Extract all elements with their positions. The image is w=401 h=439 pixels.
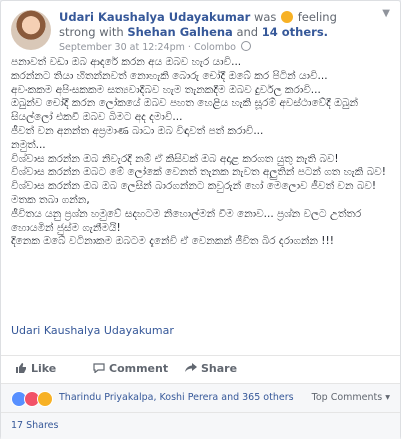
share-icon [185,363,197,372]
body-line: ජීවිතය යනු ප්‍රශ්න හමුවේ සදහටම නිහොල්මන්… [11,207,365,234]
comment-label: Comment [109,362,169,375]
feeling-emoji-icon [281,11,294,23]
body-line: මතක තබා ගන්න, [11,193,90,206]
body-line: පනාවත් වඩා ඔබ ආදරේ කරන අය ඔබව හැර යාවි..… [11,56,242,68]
body-line: අවංකකම අපිංසකකම සත්‍යවාදීබව හැම තැනකදීම … [11,83,321,96]
body-line: කරන්නට තියා හිතන්නවත් නොහැකි බොරු චෝදී ඔ… [11,69,328,82]
comment-icon [93,363,105,373]
haha-reaction-icon[interactable] [37,391,53,407]
reactions-bar: Tharindu Priyakalpa, Koshi Perera and 36… [1,383,400,412]
share-button[interactable]: Share [185,362,237,375]
top-comments-dropdown[interactable]: Top Comments ▾ [312,392,390,403]
tagged-person[interactable]: Shehan Galhena [127,25,232,39]
share-label: Share [201,362,238,375]
avatar[interactable] [11,10,51,50]
share-count[interactable]: 17 Shares [11,420,58,431]
post-header: Udari Kaushalya Udayakumar was feeling s… [11,8,390,53]
post-location[interactable]: Colombo [194,42,236,53]
body-line: විශ්වාස කරන්න ඔබ නිවැරදි නම් ඒ කිසිවක් ඔ… [11,152,339,165]
body-line: නමුත්... [11,138,46,151]
body-line: විශ්වාස කරන්න ඔබට මේ ලෝකේ වෙනත් තැනක නැව… [11,166,386,179]
author-name[interactable]: Udari Kaushalya Udayakumar [59,10,250,24]
post-body: පනාවත් වඩා ඔබ ආදරේ කරන අය ඔබව හැර යාවි..… [11,56,388,249]
like-button[interactable]: Like [15,362,56,375]
body-line: ජීවත් වන අනන්ත අප්‍රමාණ බාධා ඔබ විඳාවත් … [11,124,264,137]
body-line: දිනෙක ඔබේ වටිනාකම ඔබටම දැනේවි ඒ වෙනකන් ජ… [11,235,334,248]
post-date[interactable]: September 30 at 12:24pm [59,42,185,53]
meta-separator: · [187,42,191,53]
shares-row: 17 Shares [1,412,400,439]
body-line: විශ්වාස කරන්න ඔබ ඔබ ලෙසින් බාරගන්නට කවුර… [11,180,377,193]
signature: Udari Kaushalya Udayakumar [11,324,174,337]
comment-button[interactable]: Comment [93,362,168,375]
status-prefix: was [253,10,277,24]
globe-icon [241,41,251,51]
header-line: Udari Kaushalya Udayakumar was feeling s… [59,10,376,40]
body-line: ඔබුන්ව චෝදී කරන ලෝකයේ ඔබව පහත හෙළිය හැකි… [11,97,362,124]
others-link[interactable]: 14 others. [262,25,328,39]
post-card: Udari Kaushalya Udayakumar was feeling s… [0,0,401,439]
post-meta: September 30 at 12:24pm · Colombo [59,41,251,53]
action-bar: Like Comment Share [1,355,400,384]
and-text: and [236,25,259,39]
with-text: with [99,25,124,39]
thumbs-up-icon [16,363,26,373]
chevron-down-icon[interactable]: ▼ [382,8,390,19]
like-label: Like [31,362,57,375]
reaction-names[interactable]: Tharindu Priyakalpa, Koshi Perera and 36… [59,392,294,403]
